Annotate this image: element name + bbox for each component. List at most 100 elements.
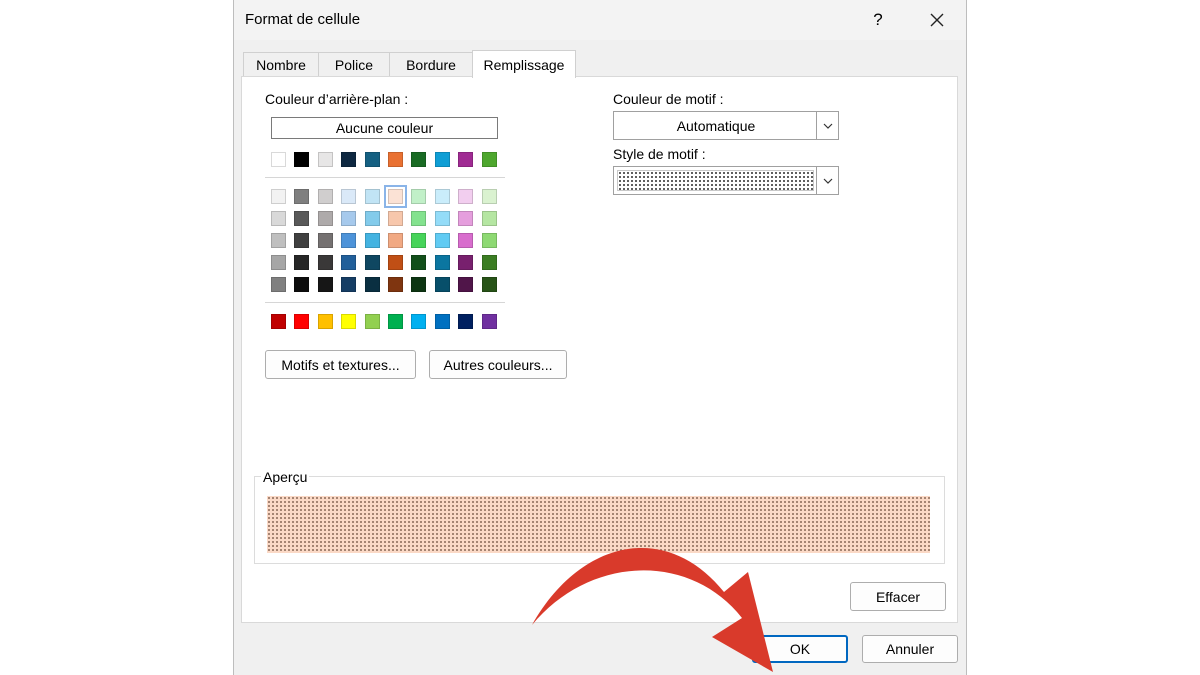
theme-shade-swatch[interactable] <box>271 277 286 292</box>
help-button[interactable]: ? <box>858 6 898 34</box>
theme-shade-swatch[interactable] <box>434 277 450 292</box>
chevron-down-icon <box>816 167 838 194</box>
theme-shade-swatch[interactable] <box>294 255 310 270</box>
theme-shade-swatch[interactable] <box>411 277 427 292</box>
theme-shade-swatch[interactable] <box>434 255 450 270</box>
ok-button[interactable]: OK <box>752 635 848 663</box>
pattern-style-select[interactable] <box>613 166 839 195</box>
theme-shade-swatch[interactable] <box>434 233 450 248</box>
palette-divider <box>265 302 505 303</box>
theme-shade-swatch[interactable] <box>341 255 357 270</box>
theme-shade-swatch[interactable] <box>317 255 333 270</box>
theme-shade-swatch[interactable] <box>384 185 407 208</box>
theme-shade-swatch[interactable] <box>271 211 286 226</box>
standard-color-swatch[interactable] <box>364 314 380 329</box>
theme-shade-swatch[interactable] <box>411 233 427 248</box>
theme-shade-swatch[interactable] <box>434 211 450 226</box>
theme-shade-swatch[interactable] <box>317 277 333 292</box>
theme-shade-swatch[interactable] <box>364 211 380 226</box>
tab-police[interactable]: Police <box>318 52 390 77</box>
theme-shade-swatch[interactable] <box>458 189 474 204</box>
theme-shade-swatch[interactable] <box>364 233 380 248</box>
theme-color-swatch[interactable] <box>458 152 474 167</box>
pattern-color-select[interactable]: Automatique <box>613 111 839 140</box>
standard-color-swatch[interactable] <box>388 314 403 329</box>
standard-color-swatch[interactable] <box>481 314 497 329</box>
tab-label: Police <box>334 57 374 73</box>
theme-shade-swatch[interactable] <box>341 277 357 292</box>
theme-color-swatch[interactable] <box>317 152 333 167</box>
theme-shade-swatch[interactable] <box>294 277 310 292</box>
theme-shade-swatch[interactable] <box>317 189 333 204</box>
theme-shade-swatch[interactable] <box>294 211 310 226</box>
standard-color-swatch[interactable] <box>317 314 333 329</box>
theme-shade-swatch[interactable] <box>294 233 310 248</box>
theme-color-swatch[interactable] <box>434 152 450 167</box>
theme-shade-swatch[interactable] <box>411 189 427 204</box>
theme-color-swatch[interactable] <box>388 152 403 167</box>
theme-color-swatch[interactable] <box>294 152 310 167</box>
cancel-button[interactable]: Annuler <box>862 635 958 663</box>
tab-label: Bordure <box>406 57 456 73</box>
theme-color-swatch[interactable] <box>411 152 427 167</box>
patterns-textures-label: Motifs et textures... <box>281 356 400 373</box>
close-icon <box>930 13 944 27</box>
theme-color-swatch[interactable] <box>481 152 497 167</box>
theme-color-swatch[interactable] <box>364 152 380 167</box>
more-colors-label: Autres couleurs... <box>443 356 553 373</box>
preview-label: Aperçu <box>261 469 310 485</box>
standard-color-swatch[interactable] <box>434 314 450 329</box>
format-cells-dialog: Format de cellule ? Nombre Police Bordur… <box>233 0 967 675</box>
theme-shade-swatch[interactable] <box>481 211 497 226</box>
theme-shade-swatch[interactable] <box>364 189 380 204</box>
background-color-label: Couleur d’arrière-plan : <box>265 91 409 107</box>
theme-shade-swatch[interactable] <box>271 255 286 270</box>
theme-shade-swatch[interactable] <box>411 211 427 226</box>
standard-color-swatch[interactable] <box>294 314 310 329</box>
theme-shade-swatch[interactable] <box>388 255 403 270</box>
theme-shade-swatch[interactable] <box>294 189 310 204</box>
theme-shade-swatch[interactable] <box>364 277 380 292</box>
cancel-label: Annuler <box>885 641 935 657</box>
theme-shade-swatch[interactable] <box>341 233 357 248</box>
clear-button[interactable]: Effacer <box>850 582 946 611</box>
theme-shade-swatch[interactable] <box>481 277 497 292</box>
theme-shade-swatch[interactable] <box>317 233 333 248</box>
theme-color-swatch[interactable] <box>271 152 286 167</box>
tab-remplissage[interactable]: Remplissage <box>472 50 576 78</box>
theme-shade-swatch[interactable] <box>481 233 497 248</box>
more-colors-button[interactable]: Autres couleurs... <box>429 350 567 379</box>
theme-shade-swatch[interactable] <box>388 211 403 226</box>
standard-color-swatch[interactable] <box>341 314 357 329</box>
patterns-textures-button[interactable]: Motifs et textures... <box>265 350 416 379</box>
theme-shade-swatch[interactable] <box>317 211 333 226</box>
standard-color-swatch[interactable] <box>271 314 286 329</box>
tab-nombre[interactable]: Nombre <box>243 52 319 77</box>
theme-shade-swatch[interactable] <box>388 277 403 292</box>
theme-shade-swatch[interactable] <box>341 189 357 204</box>
close-button[interactable] <box>917 6 957 34</box>
standard-color-swatch[interactable] <box>458 314 474 329</box>
theme-shade-swatch[interactable] <box>481 189 497 204</box>
pattern-color-value: Automatique <box>676 118 756 134</box>
theme-shade-swatch[interactable] <box>458 277 474 292</box>
no-color-button[interactable]: Aucune couleur <box>271 117 498 139</box>
theme-shade-swatch[interactable] <box>364 255 380 270</box>
theme-shade-swatch[interactable] <box>341 211 357 226</box>
theme-shade-swatch[interactable] <box>481 255 497 270</box>
theme-shade-swatch[interactable] <box>458 211 474 226</box>
clear-label: Effacer <box>875 588 921 605</box>
theme-shade-swatch[interactable] <box>411 255 427 270</box>
theme-shade-swatch[interactable] <box>458 255 474 270</box>
theme-shade-swatch[interactable] <box>271 233 286 248</box>
theme-shade-swatch[interactable] <box>434 189 450 204</box>
theme-color-swatch[interactable] <box>341 152 357 167</box>
theme-shade-swatch[interactable] <box>271 189 286 204</box>
tab-bordure[interactable]: Bordure <box>389 52 473 77</box>
standard-color-swatch[interactable] <box>411 314 427 329</box>
pattern-color-label: Couleur de motif : <box>613 91 724 107</box>
theme-shade-swatch[interactable] <box>458 233 474 248</box>
palette-divider <box>265 177 505 178</box>
chevron-down-icon <box>816 112 838 139</box>
theme-shade-swatch[interactable] <box>388 233 403 248</box>
